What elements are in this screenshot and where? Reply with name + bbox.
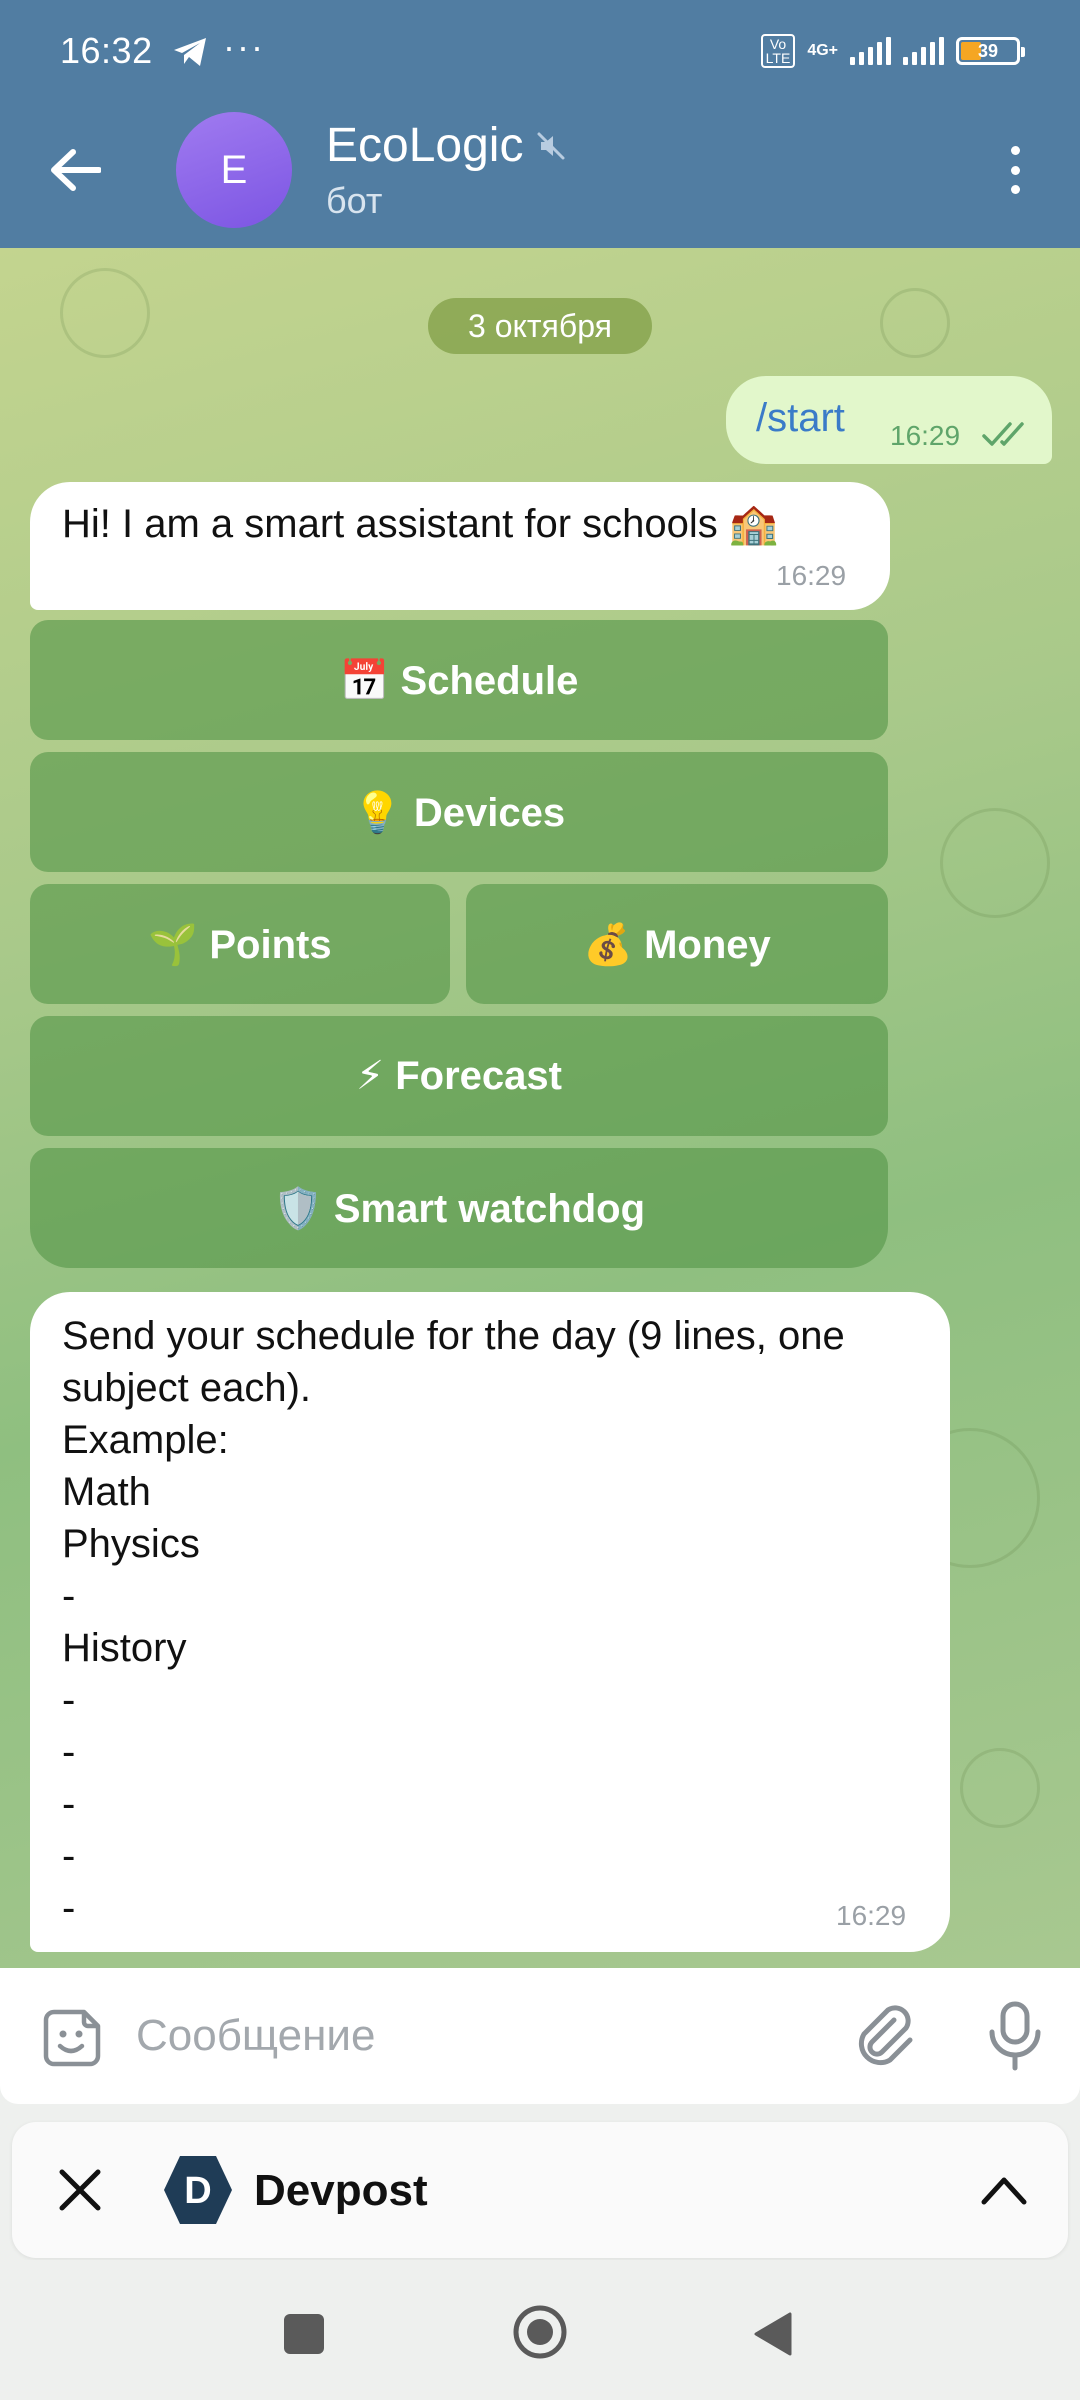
chat-subtitle: бот <box>326 180 383 221</box>
keyboard-button-devices[interactable]: 💡 Devices <box>30 752 888 872</box>
incoming-message[interactable]: Send your schedule for the day (9 lines,… <box>30 1292 950 1952</box>
home-button[interactable] <box>512 2304 568 2360</box>
sticker-emoji-icon[interactable] <box>40 2006 104 2070</box>
status-bar: 16:32 ··· Vo LTE 4G+ 39 <box>0 0 1080 110</box>
arrow-left-icon <box>51 149 101 191</box>
message-text: Hi! I am a smart assistant for schools 🏫 <box>62 502 779 546</box>
incoming-message[interactable]: Hi! I am a smart assistant for schools 🏫… <box>30 482 890 610</box>
message-time: 16:29 <box>836 1900 907 1931</box>
network-type: 4G+ <box>807 42 838 59</box>
double-check-icon <box>982 422 1024 446</box>
avatar[interactable]: E <box>176 112 292 228</box>
chevron-up-icon[interactable] <box>980 2170 1028 2210</box>
status-overflow-icon: ··· <box>223 26 265 67</box>
message-composer <box>0 1968 1080 2104</box>
volte-icon: Vo LTE <box>760 34 796 68</box>
microphone-icon[interactable] <box>984 2000 1046 2072</box>
system-navigation-bar <box>0 2260 1080 2400</box>
minimized-app-panel[interactable]: D Devpost <box>12 2122 1068 2258</box>
message-input[interactable] <box>136 1998 776 2074</box>
battery-icon: 39 <box>956 37 1025 65</box>
panel-title: Devpost <box>254 2166 428 2215</box>
date-separator: 3 октября <box>428 298 652 354</box>
message-text: /start <box>756 396 845 440</box>
button-label: 📅 Schedule <box>339 658 579 703</box>
more-menu-button[interactable] <box>990 142 1040 198</box>
telegram-icon <box>174 38 206 66</box>
keyboard-button-points[interactable]: 🌱 Points <box>30 884 450 1004</box>
muted-icon <box>537 132 565 159</box>
svg-text:D: D <box>184 2170 211 2212</box>
keyboard-button-money[interactable]: 💰 Money <box>466 884 888 1004</box>
message-text: Send your schedule for the day (9 lines,… <box>62 1314 845 1930</box>
keyboard-button-forecast[interactable]: ⚡ Forecast <box>30 1016 888 1136</box>
paperclip-icon[interactable] <box>852 2002 918 2070</box>
button-label: ⚡ Forecast <box>356 1054 562 1098</box>
chat-title-text: EcoLogic <box>326 119 524 172</box>
status-time: 16:32 <box>60 30 153 71</box>
status-icons: Vo LTE 4G+ 39 <box>760 34 1025 68</box>
back-triangle-icon[interactable] <box>752 2310 792 2358</box>
keyboard-button-watchdog[interactable]: 🛡️ Smart watchdog <box>30 1148 888 1268</box>
button-label: 🌱 Points <box>148 922 332 967</box>
keyboard-button-schedule[interactable]: 📅 Schedule <box>30 620 888 740</box>
app-header: 16:32 ··· Vo LTE 4G+ 39 E EcoLogic бот <box>0 0 1080 248</box>
button-label: 💰 Money <box>583 922 771 967</box>
recent-apps-button[interactable] <box>284 2314 324 2354</box>
chat-title[interactable]: EcoLogic <box>326 118 567 173</box>
message-time: 16:29 <box>890 420 961 451</box>
button-label: 💡 Devices <box>352 790 566 835</box>
back-button[interactable] <box>40 140 110 200</box>
close-icon[interactable] <box>52 2162 108 2218</box>
chat-area[interactable]: 3 октября /start 16:29 Hi! I am a smart … <box>0 248 1080 1968</box>
outgoing-message[interactable]: /start 16:29 <box>726 376 1052 464</box>
signal-icon <box>850 37 891 65</box>
message-time: 16:29 <box>776 560 847 591</box>
battery-level: 39 <box>977 40 999 61</box>
button-label: 🛡️ Smart watchdog <box>272 1186 646 1231</box>
devpost-logo-icon: D <box>164 2156 232 2224</box>
signal-icon-2 <box>903 37 944 65</box>
